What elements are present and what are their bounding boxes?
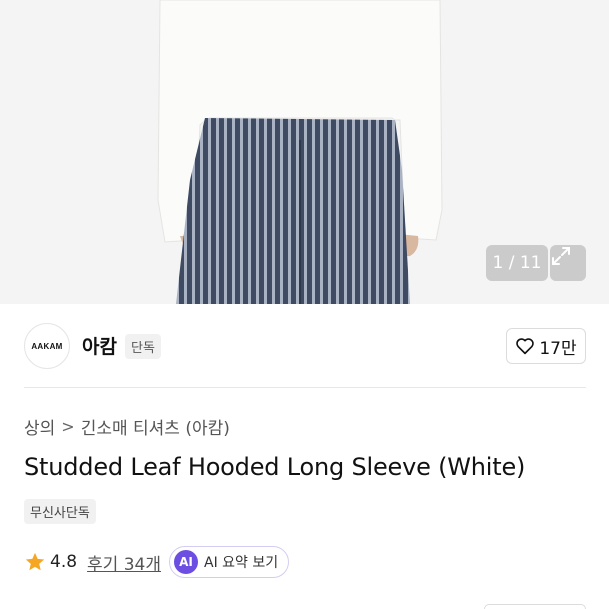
like-count: 17만 bbox=[539, 338, 577, 359]
rating-value: 4.8 bbox=[50, 552, 78, 572]
ai-icon: AI bbox=[174, 550, 199, 574]
divider bbox=[24, 387, 586, 388]
like-button[interactable]: 17만 bbox=[506, 328, 586, 364]
image-counter: 1 / 11 bbox=[486, 245, 548, 281]
product-image[interactable]: 1 / 11 bbox=[0, 0, 609, 304]
brand-logo[interactable]: AAKAM bbox=[24, 323, 70, 369]
rating-row: 4.8 후기 34개 AI AI 요약 보기 bbox=[24, 546, 290, 578]
product-title: Studded Leaf Hooded Long Sleeve (White) bbox=[24, 453, 526, 481]
heart-icon bbox=[516, 338, 535, 355]
breadcrumb: 상의 > 긴소매 티셔츠 (아캄) bbox=[24, 414, 230, 439]
exclusive-badge: 단독 bbox=[125, 334, 161, 359]
brand-row: AAKAM 아캄 단독 17만 bbox=[0, 304, 609, 388]
reviews-link[interactable]: 후기 34개 bbox=[87, 550, 161, 575]
exclusive-tag: 무신사단독 bbox=[24, 499, 96, 524]
ai-summary-button[interactable]: AI AI 요약 보기 bbox=[169, 546, 290, 578]
chevron-right-icon: > bbox=[61, 417, 75, 436]
expand-button[interactable] bbox=[550, 245, 586, 281]
star-icon bbox=[25, 552, 45, 571]
partial-button[interactable] bbox=[484, 604, 586, 609]
ai-summary-label: AI 요약 보기 bbox=[204, 555, 279, 571]
expand-icon bbox=[552, 247, 570, 265]
brand-name[interactable]: 아캄 bbox=[82, 332, 117, 359]
breadcrumb-subcategory[interactable]: 긴소매 티셔츠 (아캄) bbox=[81, 414, 230, 439]
breadcrumb-category[interactable]: 상의 bbox=[24, 414, 55, 439]
